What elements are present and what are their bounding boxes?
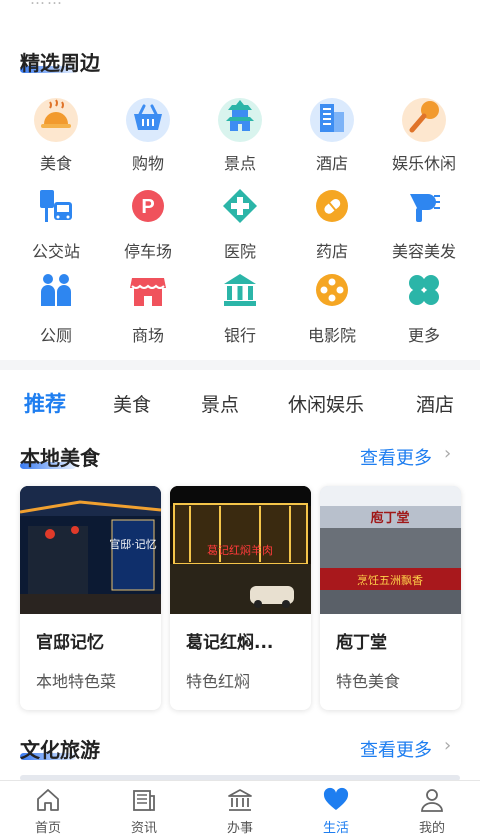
- card-subtitle: 特色美食: [336, 672, 401, 691]
- tabbar-services[interactable]: 办事: [192, 783, 288, 836]
- category-toilet[interactable]: 公厕: [8, 266, 104, 346]
- store-icon: [124, 266, 172, 314]
- category-cinema[interactable]: 电影院: [284, 266, 380, 346]
- category-pharmacy[interactable]: 药店: [284, 182, 380, 262]
- hospital-cross-icon: [216, 182, 264, 230]
- food-icon: [32, 94, 80, 142]
- local-food-title: 本地美食: [20, 446, 100, 470]
- film-reel-icon: [308, 266, 356, 314]
- shopping-basket-icon: [124, 94, 172, 142]
- restaurant-photo: 官邸·记忆: [20, 486, 161, 614]
- culture-travel-more-link[interactable]: 查看更多: [360, 736, 432, 762]
- category-scenic[interactable]: 景点: [192, 94, 288, 174]
- tab-scenic[interactable]: 景点: [201, 390, 239, 417]
- restaurant-sign-text: 葛记红焖羊肉: [207, 543, 273, 557]
- food-card-geji[interactable]: 葛记红焖羊肉 葛记红焖... 特色红焖: [170, 486, 311, 710]
- pagoda-icon: [216, 94, 264, 142]
- more-clover-icon: [400, 266, 448, 314]
- bus-stop-icon: [32, 182, 80, 230]
- restaurant-photo: 葛记红焖羊肉: [170, 486, 311, 614]
- toilet-people-icon: [32, 266, 80, 314]
- category-hospital[interactable]: 医院: [192, 182, 288, 262]
- category-mall[interactable]: 商场: [100, 266, 196, 346]
- category-entertainment[interactable]: 娱乐休闲: [376, 94, 472, 174]
- card-subtitle: 本地特色菜: [36, 672, 117, 691]
- restaurant-sign-text: 官邸·记忆: [109, 537, 157, 551]
- news-icon: [129, 785, 159, 815]
- parking-icon: P: [124, 182, 172, 230]
- category-beauty[interactable]: 美容美发: [376, 182, 472, 262]
- government-building-icon: [225, 785, 255, 815]
- tabbar-life[interactable]: 生活: [288, 783, 384, 836]
- restaurant-sign-text: 烹饪五洲飘香: [357, 573, 423, 587]
- section-divider: [0, 360, 480, 370]
- food-card-guandi[interactable]: 官邸·记忆 官邸记忆 本地特色菜: [20, 486, 161, 710]
- culture-travel-title: 文化旅游: [20, 738, 100, 762]
- microphone-icon: [400, 94, 448, 142]
- tab-recommend[interactable]: 推荐: [24, 388, 66, 418]
- hotel-icon: [308, 94, 356, 142]
- bottom-tab-bar: 首页 资讯 办事 生活 我的: [0, 780, 480, 837]
- heart-icon: [321, 785, 351, 815]
- card-subtitle: 特色红焖: [186, 672, 251, 691]
- category-hotel[interactable]: 酒店: [284, 94, 380, 174]
- category-bus-stop[interactable]: 公交站: [8, 182, 104, 262]
- card-name: 官邸记忆: [36, 633, 104, 653]
- hair-dryer-icon: [400, 182, 448, 230]
- bank-icon: [216, 266, 264, 314]
- nearby-section-title: 精选周边: [20, 51, 100, 75]
- tab-food[interactable]: 美食: [113, 390, 151, 417]
- category-bank[interactable]: 银行: [192, 266, 288, 346]
- category-tabs: 推荐 美食 景点 休闲娱乐 酒店: [0, 384, 480, 424]
- card-name: 葛记红焖...: [186, 633, 274, 653]
- svg-text:P: P: [141, 196, 154, 218]
- chevron-right-icon: ›: [444, 443, 452, 464]
- food-card-paoding[interactable]: 庖丁堂 烹饪五洲飘香 庖丁堂 特色美食: [320, 486, 461, 710]
- tabbar-news[interactable]: 资讯: [96, 783, 192, 836]
- restaurant-sign-text: 庖丁堂: [370, 510, 409, 526]
- previous-section-fragment: ……: [0, 0, 480, 22]
- restaurant-photo: 庖丁堂 烹饪五洲飘香: [320, 486, 461, 614]
- category-parking[interactable]: P 停车场: [100, 182, 196, 262]
- tab-hotel[interactable]: 酒店: [416, 390, 454, 417]
- tabbar-profile[interactable]: 我的: [384, 783, 480, 836]
- category-more[interactable]: 更多: [376, 266, 472, 346]
- card-name: 庖丁堂: [336, 633, 387, 653]
- chevron-right-icon: ›: [444, 735, 452, 756]
- local-food-more-link[interactable]: 查看更多: [360, 444, 432, 470]
- category-food[interactable]: 美食: [8, 94, 104, 174]
- category-shopping[interactable]: 购物: [100, 94, 196, 174]
- tab-leisure[interactable]: 休闲娱乐: [288, 390, 364, 417]
- home-icon: [33, 785, 63, 815]
- user-icon: [417, 785, 447, 815]
- tabbar-home[interactable]: 首页: [0, 783, 96, 836]
- pill-icon: [308, 182, 356, 230]
